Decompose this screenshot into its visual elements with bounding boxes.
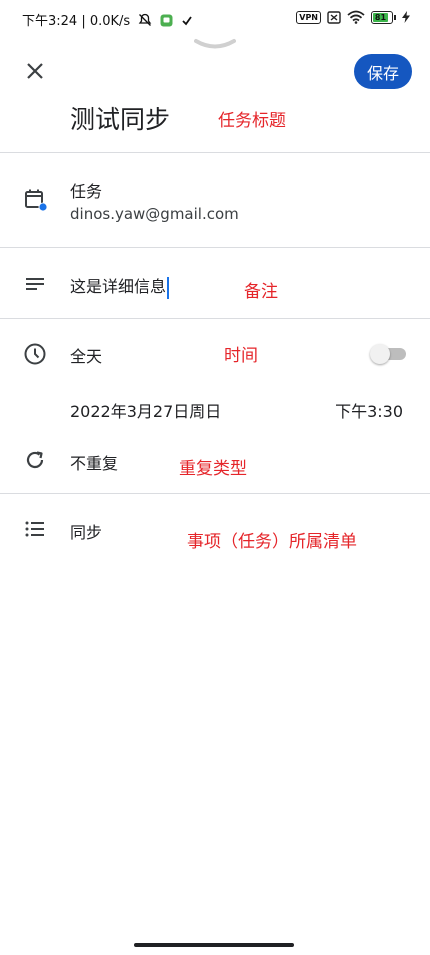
repeat-annotation: 重复类型	[179, 459, 247, 479]
close-button[interactable]	[24, 60, 46, 82]
list-icon	[25, 521, 44, 537]
collapse-chevron-icon[interactable]	[194, 38, 236, 52]
clock-icon	[24, 343, 46, 365]
account-email: dinos.yaw@gmail.com	[70, 205, 239, 223]
status-left: 下午3:24 | 0.0K/s	[22, 10, 192, 29]
notes-input[interactable]: 这是详细信息	[70, 273, 170, 299]
status-bar: 下午3:24 | 0.0K/s VPN 81	[0, 0, 430, 40]
toggle-thumb	[370, 344, 390, 364]
divider	[0, 152, 430, 153]
date-selector[interactable]: 2022年3月27日周日	[70, 398, 221, 422]
divider	[0, 318, 430, 319]
divider	[0, 247, 430, 248]
notes-text: 这是详细信息	[70, 277, 167, 296]
list-annotation: 事项（任务）所属清单	[187, 532, 357, 552]
no-sim-icon	[327, 10, 341, 24]
status-right: VPN 81	[296, 10, 410, 24]
title-annotation: 任务标题	[218, 111, 286, 131]
mute-bell-icon	[139, 13, 152, 26]
app-notification-icon	[160, 14, 173, 27]
battery-indicator: 81	[371, 10, 396, 24]
text-cursor	[167, 276, 170, 299]
notes-icon	[26, 278, 44, 290]
all-day-toggle[interactable]	[370, 344, 408, 364]
repeat-selector[interactable]: 不重复	[70, 450, 118, 474]
time-selector[interactable]: 下午3:30	[335, 398, 403, 422]
account-type-label: 任务	[70, 182, 103, 201]
task-title-input[interactable]: 测试同步	[70, 100, 170, 136]
wifi-icon	[347, 10, 365, 24]
status-time-speed: 下午3:24 | 0.0K/s	[22, 14, 131, 29]
calendar-icon	[25, 189, 47, 211]
vpn-badge: VPN	[296, 10, 321, 24]
gesture-nav-handle[interactable]	[134, 943, 294, 947]
all-day-label: 全天	[70, 347, 103, 366]
divider	[0, 493, 430, 494]
notes-annotation: 备注	[244, 282, 278, 302]
save-button[interactable]: 保存	[354, 54, 412, 89]
time-annotation: 时间	[224, 346, 258, 366]
task-list-selector[interactable]: 同步	[70, 519, 102, 543]
check-mark-icon	[181, 16, 192, 26]
battery-level: 81	[373, 12, 388, 22]
close-icon	[27, 63, 43, 79]
repeat-icon	[26, 451, 44, 469]
charging-bolt-icon	[402, 11, 410, 23]
